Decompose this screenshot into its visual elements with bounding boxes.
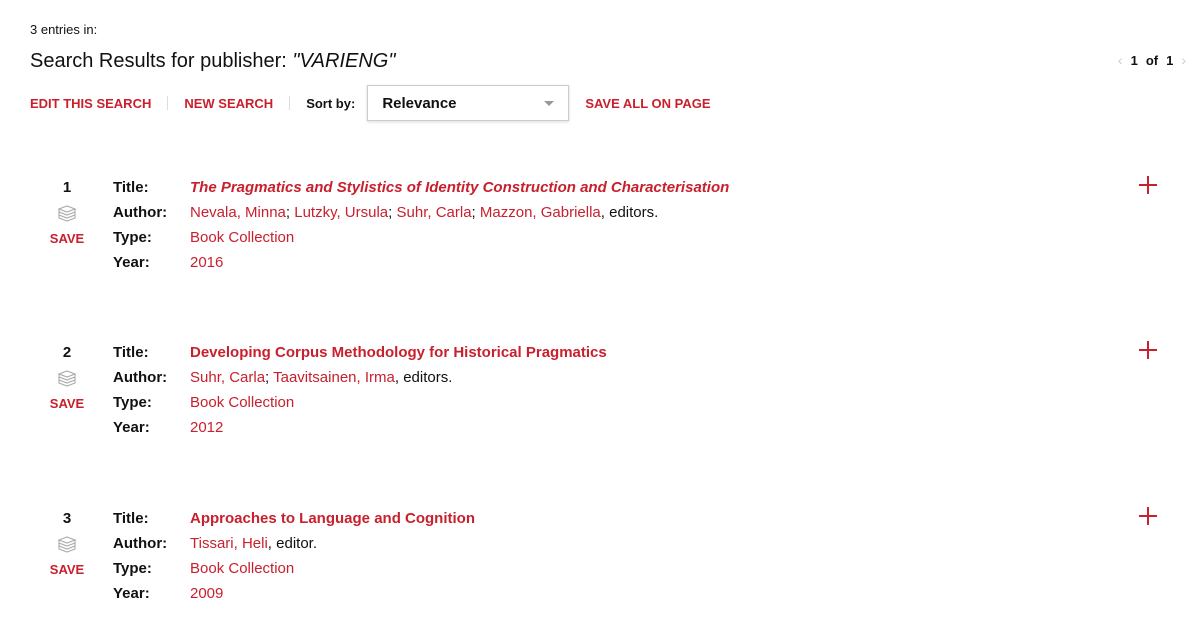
plus-icon[interactable] <box>1138 175 1158 195</box>
year-label: Year: <box>113 585 150 602</box>
result-item: 1 SAVE Title: The Pragmatics and Stylist… <box>0 176 1200 289</box>
year-row: Year: 2016 <box>113 254 729 279</box>
author-link[interactable]: Lutzky, Ursula <box>294 204 388 221</box>
result-fields: Title: Developing Corpus Methodology for… <box>113 344 607 444</box>
result-title-link[interactable]: Approaches to Language and Cognition <box>190 510 475 527</box>
sort-select-value: Relevance <box>382 94 457 112</box>
result-item: 3 SAVE Title: Approaches to Language and… <box>0 507 1200 620</box>
chevron-right-icon[interactable]: › <box>1181 52 1186 68</box>
pager-current: 1 <box>1130 52 1138 68</box>
pager-total: 1 <box>1166 52 1174 68</box>
year-label: Year: <box>113 254 150 271</box>
author-link[interactable]: Mazzon, Gabriella <box>480 204 601 221</box>
author-list: Tissari, Heli, editor. <box>190 535 317 552</box>
author-list: Suhr, Carla; Taavitsainen, Irma, editors… <box>190 369 452 386</box>
save-button[interactable]: SAVE <box>40 562 94 577</box>
divider <box>167 96 169 110</box>
result-item: 2 SAVE Title: Developing Corpus Methodol… <box>0 341 1200 454</box>
result-title-link[interactable]: The Pragmatics and Stylistics of Identit… <box>190 179 729 196</box>
author-row: Author: Tissari, Heli, editor. <box>113 535 475 560</box>
type-row: Type: Book Collection <box>113 560 475 585</box>
chevron-left-icon[interactable]: ‹ <box>1118 52 1123 68</box>
plus-icon[interactable] <box>1138 340 1158 360</box>
caret-down-icon <box>544 100 555 106</box>
author-role: , editor. <box>267 535 317 552</box>
save-all-link[interactable]: SAVE ALL ON PAGE <box>585 96 710 111</box>
author-separator: ; <box>285 204 295 221</box>
author-role: , editors. <box>600 204 659 221</box>
plus-icon[interactable] <box>1138 506 1158 526</box>
author-role: , editors. <box>394 369 453 386</box>
result-number: 2 <box>62 344 72 361</box>
author-separator: ; <box>471 204 480 221</box>
author-link[interactable]: Suhr, Carla <box>397 204 472 221</box>
sort-label: Sort by: <box>306 95 356 111</box>
author-row: Author: Suhr, Carla; Taavitsainen, Irma,… <box>113 369 607 394</box>
search-toolbar: EDIT THIS SEARCH NEW SEARCH Sort by: Rel… <box>30 85 711 121</box>
page-title-prefix: Search Results for publisher: <box>30 50 293 72</box>
result-fields: Title: Approaches to Language and Cognit… <box>113 510 475 610</box>
type-link[interactable]: Book Collection <box>190 229 294 246</box>
type-row: Type: Book Collection <box>113 394 607 419</box>
result-fields: Title: The Pragmatics and Stylistics of … <box>113 179 729 279</box>
type-label: Type: <box>113 394 152 411</box>
books-icon <box>57 370 77 387</box>
author-link[interactable]: Nevala, Minna <box>190 204 286 221</box>
author-list: Nevala, Minna; Lutzky, Ursula; Suhr, Car… <box>190 204 658 221</box>
result-number: 1 <box>62 179 72 196</box>
result-title-link[interactable]: Developing Corpus Methodology for Histor… <box>190 344 607 361</box>
books-icon <box>57 536 77 553</box>
year-link[interactable]: 2016 <box>190 254 223 271</box>
year-row: Year: 2012 <box>113 419 607 444</box>
edit-search-link[interactable]: EDIT THIS SEARCH <box>30 96 151 111</box>
author-link[interactable]: Taavitsainen, Irma <box>273 369 395 386</box>
page-title: Search Results for publisher: "VARIENG" <box>30 50 395 73</box>
result-number: 3 <box>62 510 72 527</box>
entries-count: 3 entries in: <box>30 22 98 37</box>
year-row: Year: 2009 <box>113 585 475 610</box>
author-link[interactable]: Suhr, Carla <box>190 369 265 386</box>
author-link[interactable]: Tissari, Heli <box>190 535 268 552</box>
type-link[interactable]: Book Collection <box>190 394 294 411</box>
books-icon <box>57 205 77 222</box>
title-row: Title: The Pragmatics and Stylistics of … <box>113 179 729 204</box>
save-button[interactable]: SAVE <box>40 231 94 246</box>
type-label: Type: <box>113 229 152 246</box>
title-label: Title: <box>113 179 149 196</box>
title-row: Title: Developing Corpus Methodology for… <box>113 344 607 369</box>
year-link[interactable]: 2009 <box>190 585 223 602</box>
title-row: Title: Approaches to Language and Cognit… <box>113 510 475 535</box>
year-label: Year: <box>113 419 150 436</box>
type-link[interactable]: Book Collection <box>190 560 294 577</box>
author-label: Author: <box>113 204 168 221</box>
title-label: Title: <box>113 344 149 361</box>
author-label: Author: <box>113 369 168 386</box>
author-separator: ; <box>265 369 274 386</box>
author-separator: ; <box>388 204 397 221</box>
type-row: Type: Book Collection <box>113 229 729 254</box>
pager-of: of <box>1145 52 1159 68</box>
author-row: Author: Nevala, Minna; Lutzky, Ursula; S… <box>113 204 729 229</box>
title-label: Title: <box>113 510 149 527</box>
type-label: Type: <box>113 560 152 577</box>
year-link[interactable]: 2012 <box>190 419 223 436</box>
new-search-link[interactable]: NEW SEARCH <box>184 96 273 111</box>
sort-select[interactable]: Relevance <box>367 85 570 121</box>
pagination: ‹ 1 of 1 › <box>1118 52 1186 68</box>
search-query: "VARIENG" <box>292 50 396 72</box>
author-label: Author: <box>113 535 168 552</box>
save-button[interactable]: SAVE <box>40 396 94 411</box>
divider <box>289 96 291 110</box>
